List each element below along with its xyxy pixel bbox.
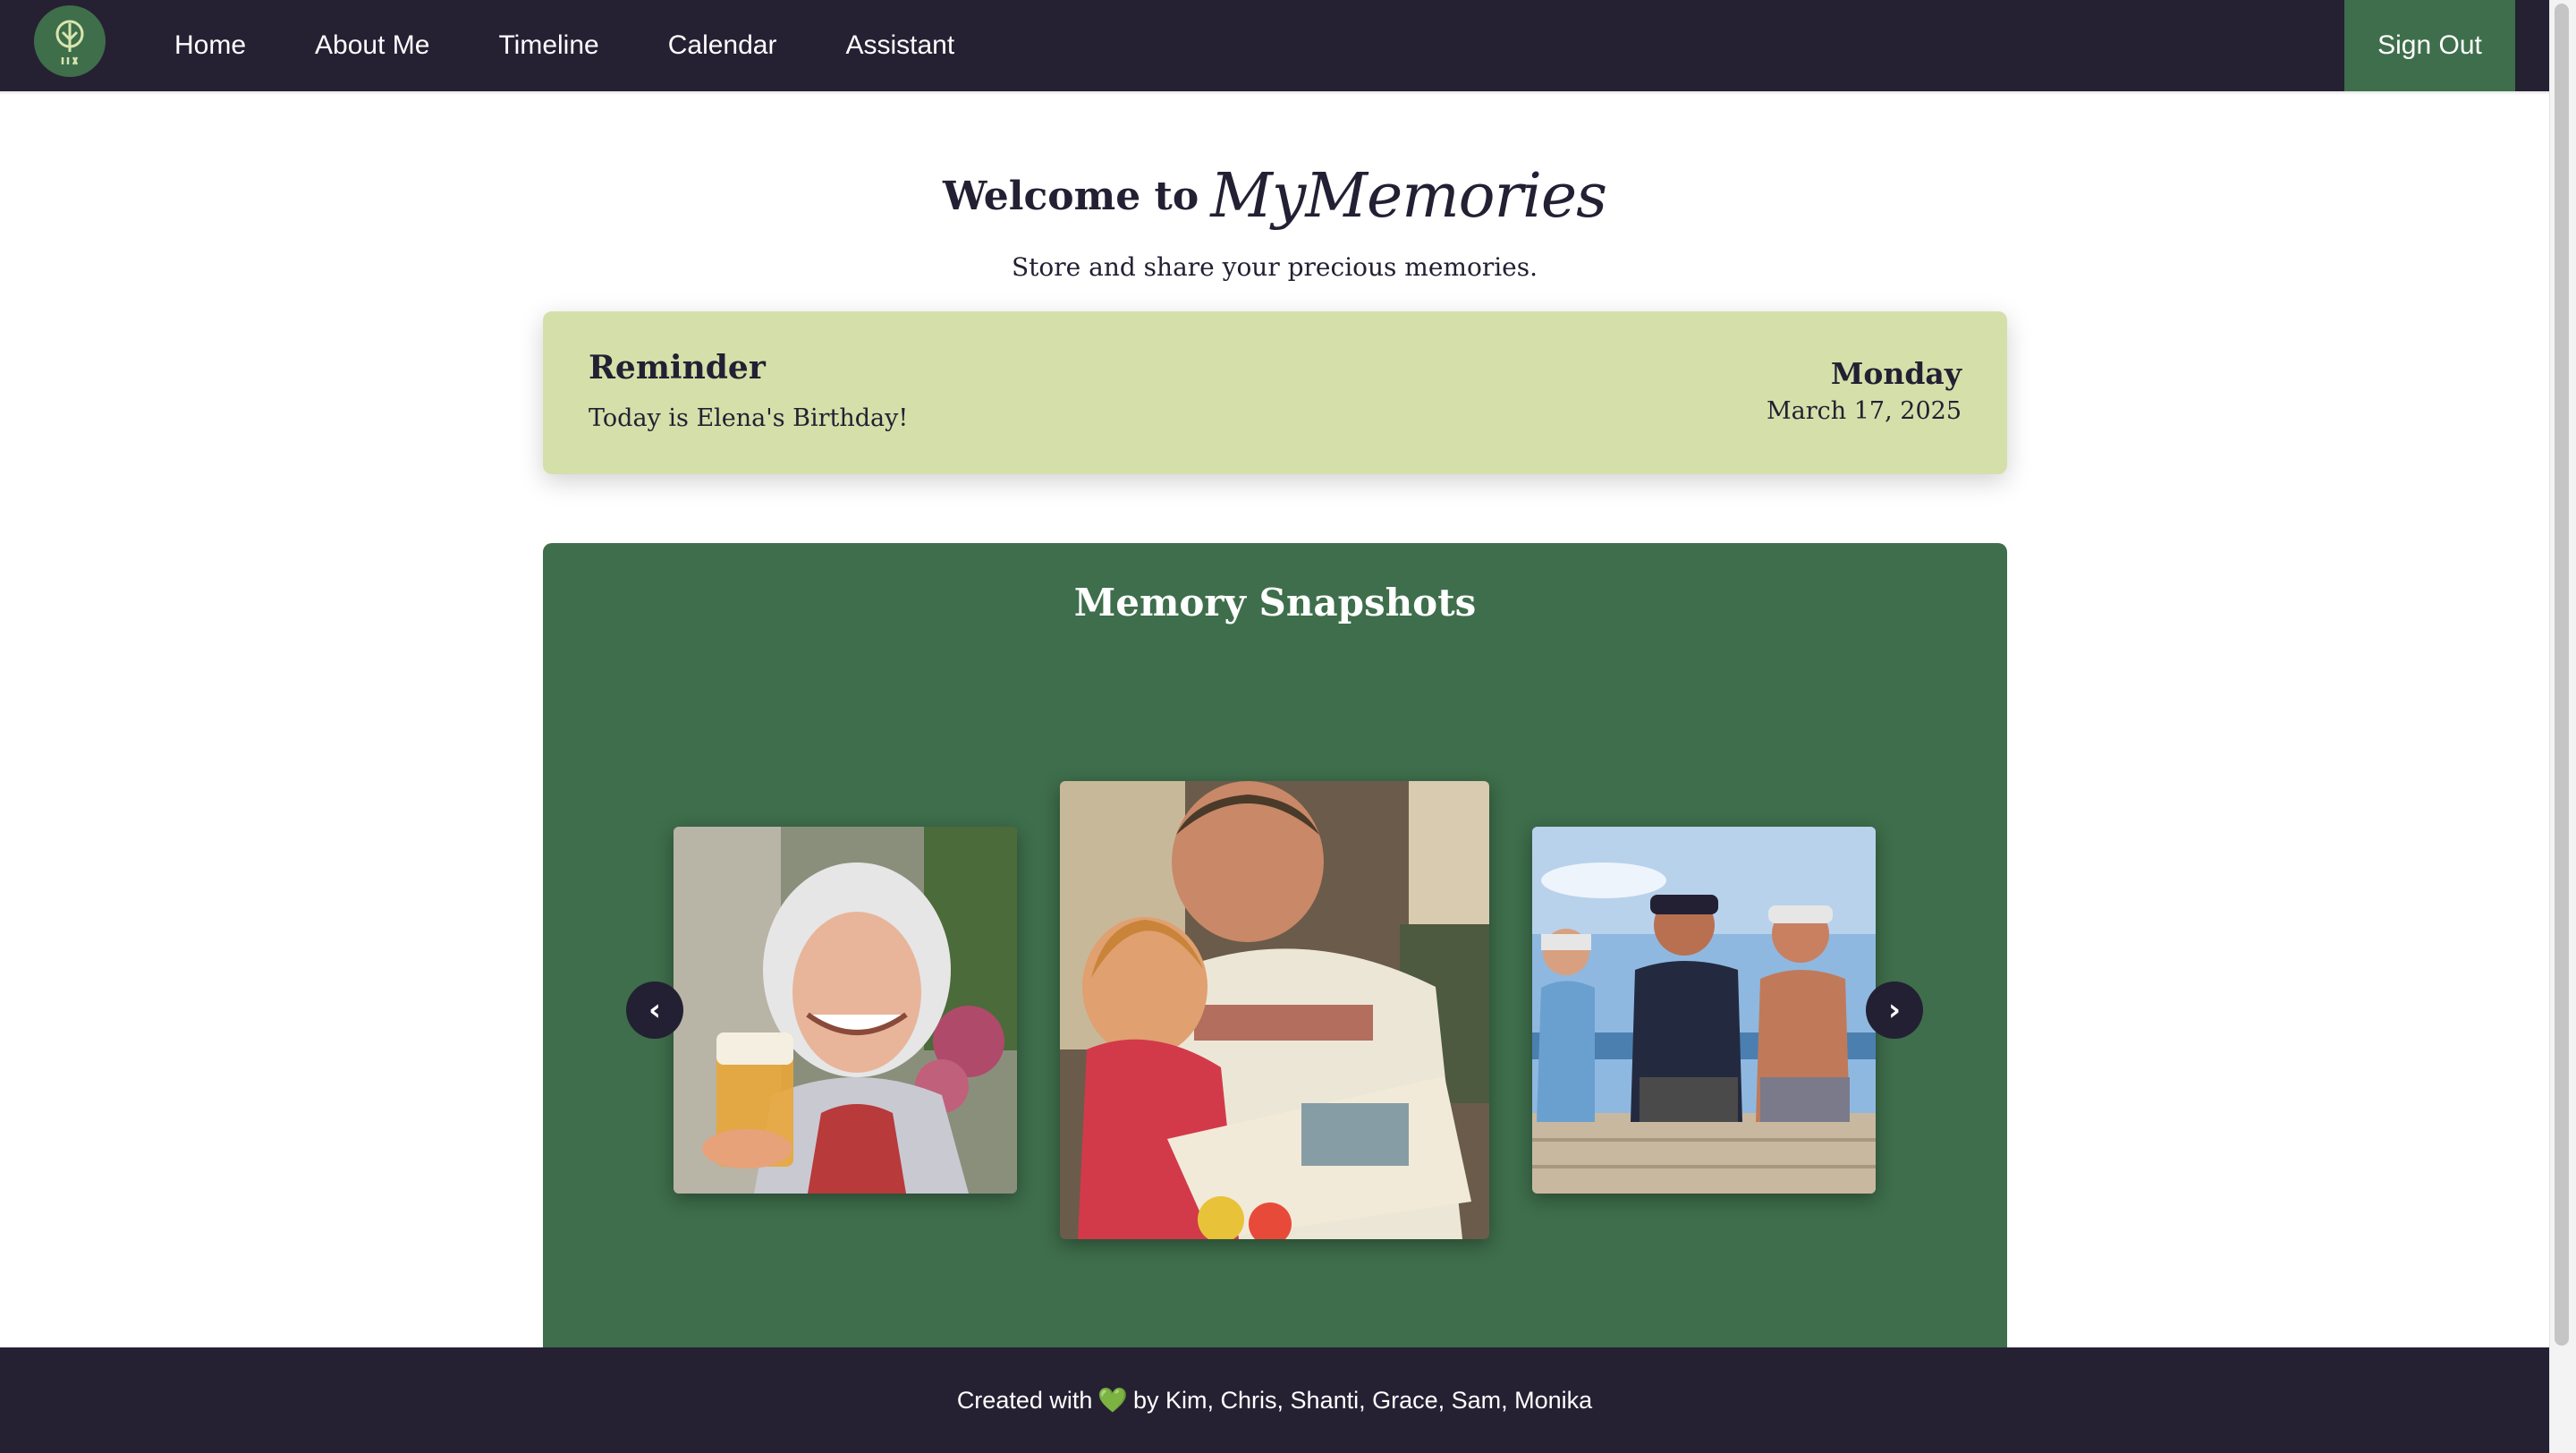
photo-three-men-on-dock[interactable] <box>1532 827 1876 1194</box>
reminder-card: Reminder Today is Elena's Birthday! Mond… <box>543 311 2007 474</box>
nav-about-me[interactable]: About Me <box>315 30 429 61</box>
navbar-shadow <box>0 91 2549 95</box>
logo-icon[interactable] <box>34 5 106 77</box>
footer-prefix: Created with <box>956 1386 1093 1414</box>
nav-links: Home About Me Timeline Calendar Assistan… <box>174 0 1023 91</box>
reminder-heading: Reminder <box>589 349 766 387</box>
footer: Created with 💚 by Kim, Chris, Shanti, Gr… <box>0 1347 2549 1453</box>
reminder-text: Today is Elena's Birthday! <box>589 404 909 432</box>
footer-credits: by Kim, Chris, Shanti, Grace, Sam, Monik… <box>1133 1386 1593 1414</box>
scrollbar-thumb[interactable] <box>2555 4 2569 1346</box>
carousel-prev-button[interactable]: ‹ <box>626 981 683 1039</box>
page-subtitle: Store and share your precious memories. <box>1011 252 1538 282</box>
chevron-right-icon: › <box>1887 992 1901 1028</box>
nav-timeline[interactable]: Timeline <box>498 30 598 61</box>
page-title: Welcome to MyMemories <box>0 161 2549 232</box>
welcome-text: Welcome to <box>942 174 1199 219</box>
top-navbar: Home About Me Timeline Calendar Assistan… <box>0 0 2549 91</box>
brand-name: MyMemories <box>1210 161 1607 232</box>
sign-out-button[interactable]: Sign Out <box>2344 0 2515 91</box>
photo-elderly-woman[interactable] <box>674 827 1017 1194</box>
nav-assistant[interactable]: Assistant <box>845 30 954 61</box>
reminder-date: March 17, 2025 <box>1767 397 1962 425</box>
green-heart-icon: 💚 <box>1097 1387 1129 1414</box>
snapshots-title: Memory Snapshots <box>1073 581 1477 625</box>
memory-snapshots-section: Memory Snapshots ‹ › <box>543 543 2007 1348</box>
nav-home[interactable]: Home <box>174 30 246 61</box>
photo-man-reading-to-child[interactable] <box>1060 781 1489 1239</box>
nav-calendar[interactable]: Calendar <box>668 30 777 61</box>
chevron-left-icon: ‹ <box>648 992 661 1028</box>
carousel-next-button[interactable]: › <box>1866 981 1923 1039</box>
reminder-day: Monday <box>1830 356 1962 391</box>
